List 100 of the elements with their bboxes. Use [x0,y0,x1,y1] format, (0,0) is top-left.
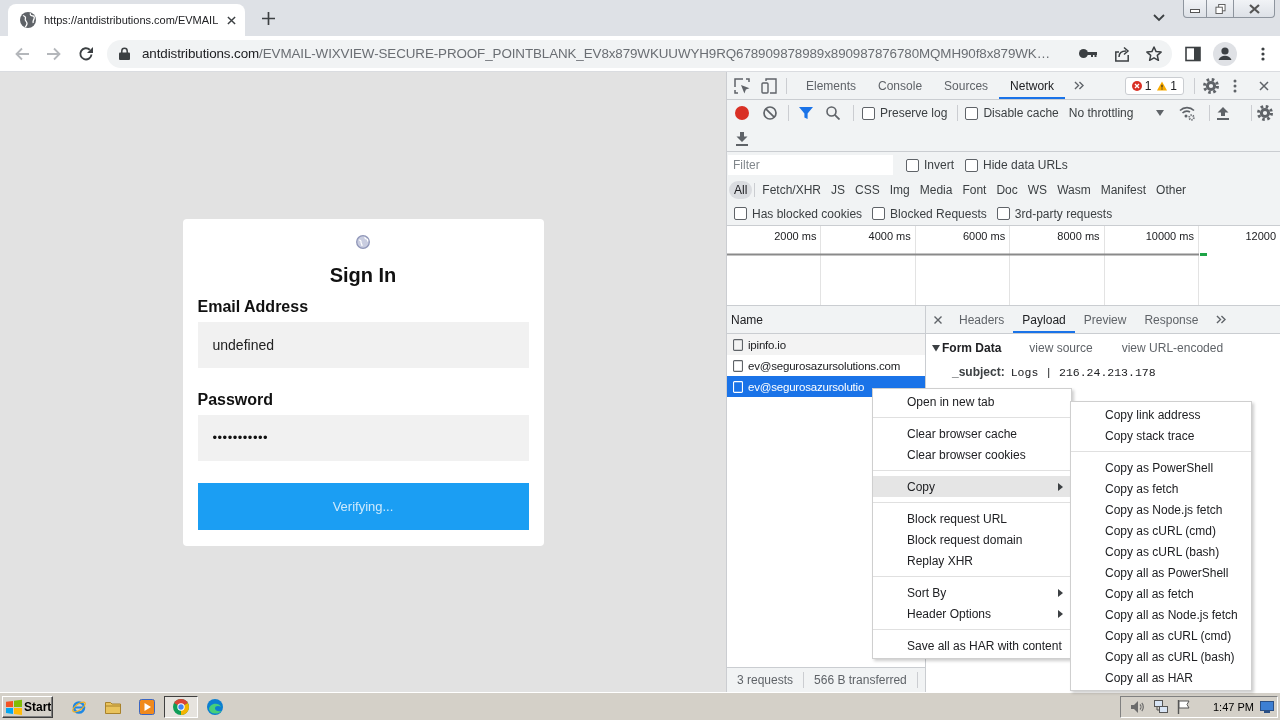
menu-item[interactable]: Copy as fetch [1071,478,1251,499]
menu-item[interactable]: Copy as PowerShell [1071,457,1251,478]
menu-item[interactable]: Copy as cURL (cmd) [1071,520,1251,541]
type-filter-button[interactable]: Media [914,181,958,199]
time-tick-label: 2000 ms [774,230,817,243]
input-field[interactable]: ••••••••••• [197,414,529,461]
type-filter-button[interactable]: JS [826,181,851,199]
double-chevron-icon[interactable] [1074,81,1085,90]
panel-tab[interactable]: Payload [1013,306,1075,333]
menu-item[interactable]: Copy stack trace [1071,425,1251,446]
computers-icon[interactable] [1154,699,1168,714]
throttling-select[interactable]: No throttling [1065,103,1168,123]
side-panel-icon[interactable] [1185,45,1201,62]
key-icon[interactable] [1079,49,1097,58]
circular-arrow-icon[interactable] [78,45,94,62]
address-bar[interactable]: antdistributions.com/EVMAIL-WIXVIEW-SECURE-PROOF_POINTBLANK_EV8x879WKUUWYH9RQ678909878989x890987876780MQMH90f8x879WK… [107,39,1172,68]
panel-tab[interactable]: Headers [950,306,1014,333]
checkbox[interactable] [734,207,747,220]
start-button[interactable]: Start [2,695,53,718]
chevron-down-icon[interactable] [1153,14,1165,22]
type-filter-button[interactable]: Wasm [1052,181,1096,199]
close-icon[interactable] [934,315,942,324]
menu-item[interactable]: Block request URL [873,508,1071,529]
search-icon[interactable] [826,106,840,120]
funnel-icon[interactable] [799,106,813,120]
menu-item[interactable]: Copy all as cURL (cmd) [1071,625,1251,646]
menu-item[interactable]: Copy all as cURL (bash) [1071,646,1251,667]
close-window-button[interactable] [1234,0,1275,18]
issues-badge[interactable]: 1 1 [1124,76,1184,95]
double-chevron-icon[interactable] [1216,315,1227,324]
menu-item[interactable]: Copy as Node.js fetch [1071,499,1251,520]
devtools-tab[interactable]: Console [867,72,934,99]
record-icon[interactable] [735,106,749,120]
menu-item[interactable]: Copy all as fetch [1071,583,1251,604]
menu-item[interactable]: Copy all as Node.js fetch [1071,604,1251,625]
download-icon[interactable] [735,131,749,146]
taskbar-button[interactable] [164,695,198,718]
menu-item[interactable]: Open in new tab [873,391,1071,412]
type-filter-button[interactable]: WS [1022,181,1053,199]
filter-field[interactable]: Filter [728,155,893,175]
checkbox[interactable] [862,106,875,120]
menu-item[interactable]: Header Options [873,603,1071,624]
menu-item[interactable]: Sort By [873,582,1071,603]
menu-item[interactable]: Copy all as PowerShell [1071,562,1251,583]
checkbox[interactable] [996,207,1010,220]
e-globe-icon [71,698,87,715]
menu-item[interactable]: Block request domain [873,529,1071,550]
menu-icon[interactable] [1233,78,1237,93]
settings-icon[interactable] [1203,77,1219,94]
view-link[interactable]: view URL-encoded [1121,341,1224,355]
type-filter-button[interactable]: Fetch/XHR [757,181,827,199]
minimize-button[interactable] [1183,0,1207,18]
triangle-down-icon[interactable] [932,344,940,352]
close-icon[interactable] [227,15,236,25]
view-link[interactable]: view source [1029,341,1093,355]
type-filter-button[interactable]: Manifest [1095,181,1152,199]
menu-item[interactable]: Copy as cURL (bash) [1071,541,1251,562]
menu-item[interactable]: Copy all as HAR [1071,667,1251,688]
panel-tab[interactable]: Response [1135,306,1208,333]
type-filter-button[interactable]: CSS [850,181,885,199]
menu-item[interactable]: Save all as HAR with content [873,635,1071,656]
restore-button[interactable] [1207,0,1234,18]
menu-item[interactable]: Replay XHR [873,550,1071,571]
checkbox[interactable] [965,158,978,172]
close-icon[interactable] [1259,80,1269,91]
checkbox[interactable] [872,207,886,220]
checkbox[interactable] [906,158,919,172]
person-icon[interactable] [1213,41,1237,66]
type-filter-button[interactable]: Font [957,181,992,199]
menu-item[interactable]: Copy [873,476,1071,497]
menu-icon[interactable] [1261,46,1265,61]
time-tick-label: 8000 ms [1057,230,1100,243]
menu-item[interactable]: Clear browser cookies [873,444,1071,465]
devices-icon[interactable] [761,77,777,94]
type-filter-button[interactable]: All [729,181,753,199]
devtools-tab[interactable]: Sources [933,72,1000,99]
warning-icon [1157,80,1168,91]
type-filter-button[interactable]: Img [884,181,915,199]
flag-icon[interactable] [1177,699,1191,714]
browser-tab[interactable]: https://antdistributions.com/EVMAIL [8,4,245,36]
type-filter-button[interactable]: Doc [991,181,1023,199]
upload-icon[interactable] [1215,106,1230,120]
column-header[interactable]: Name [727,306,925,334]
speaker-icon[interactable] [1130,699,1144,714]
devtools-tab[interactable]: Elements [795,72,868,99]
circle-slash-icon[interactable] [763,106,777,120]
wifi-gear-icon[interactable] [1178,105,1195,121]
menu-item[interactable]: Copy link address [1071,404,1251,425]
panel-tab[interactable]: Preview [1074,306,1136,333]
menu-item[interactable]: Clear browser cache [873,423,1071,444]
type-filter-button[interactable]: Other [1151,181,1192,199]
plus-icon[interactable] [262,12,275,25]
document-icon [733,380,743,393]
checkbox[interactable] [965,106,979,120]
cursor-box-icon[interactable] [734,77,750,94]
share-icon[interactable] [1114,45,1130,62]
monitor-icon[interactable] [1260,700,1274,713]
star-icon[interactable] [1146,45,1162,62]
input-field[interactable]: undefined [197,321,529,368]
settings-icon[interactable] [1256,105,1273,121]
